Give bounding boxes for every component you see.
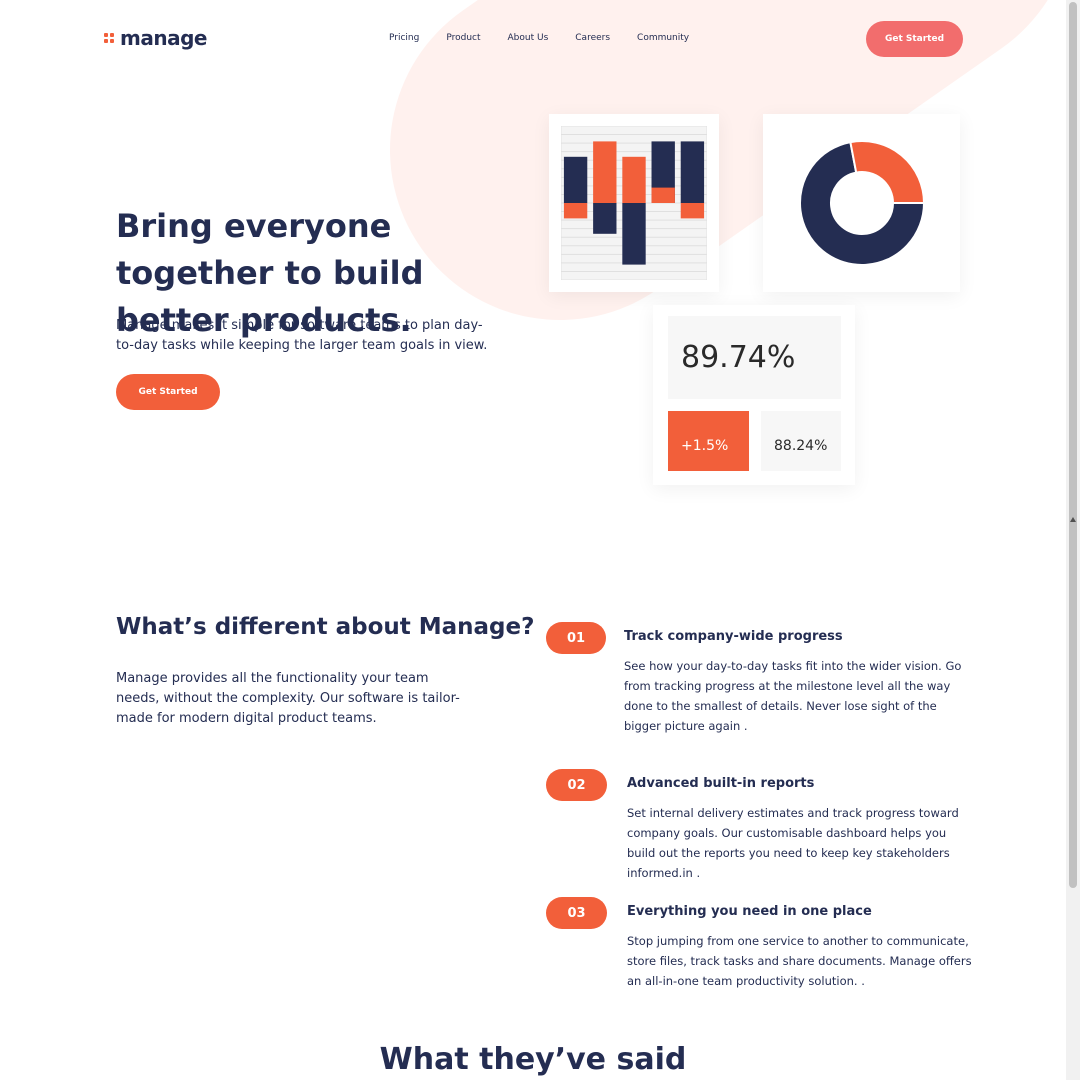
section-title: What’s different about Manage?	[116, 614, 535, 640]
bar-chart-card	[549, 114, 719, 292]
feature-title: Track company-wide progress	[624, 629, 843, 644]
header-get-started-button[interactable]: Get Started	[866, 21, 963, 57]
nav-link-about-us[interactable]: About Us	[508, 33, 549, 43]
main-nav: Pricing Product About Us Careers Communi…	[389, 33, 716, 43]
feature-description: Set internal delivery estimates and trac…	[627, 806, 959, 880]
donut-slice	[848, 140, 925, 204]
bar	[563, 203, 588, 219]
nav-link-community[interactable]: Community	[637, 33, 689, 43]
stat-main-value: 89.74%	[668, 316, 841, 399]
bar	[622, 203, 646, 265]
stat-change-value: +1.5%	[668, 411, 749, 471]
hero-get-started-button[interactable]: Get Started	[116, 374, 220, 410]
scroll-up-arrow-icon[interactable]	[1070, 517, 1076, 522]
testimonials-title: What they’ve said	[379, 1042, 687, 1077]
feature-number-badge: 01	[546, 622, 606, 654]
nav-link-pricing[interactable]: Pricing	[389, 33, 419, 43]
bar	[563, 156, 588, 203]
feature-title: Everything you need in one place	[627, 904, 872, 919]
scrollbar-thumb[interactable]	[1069, 2, 1077, 888]
bar	[680, 141, 705, 203]
feature-description: Stop jumping from one service to another…	[627, 934, 972, 988]
feature-number-badge: 02	[546, 769, 607, 801]
nav-link-product[interactable]: Product	[446, 33, 480, 43]
page-scrollbar[interactable]	[1066, 0, 1080, 1080]
stat-secondary-value: 88.24%	[761, 411, 841, 471]
section-description: Manage provides all the functionality yo…	[116, 671, 460, 726]
nav-link-careers[interactable]: Careers	[575, 33, 610, 43]
donut-chart	[798, 140, 925, 266]
feature-title: Advanced built-in reports	[627, 776, 815, 791]
donut-chart-card	[763, 114, 960, 292]
feature-number-badge: 03	[546, 897, 607, 929]
hero-description: Manage makes it simple for software team…	[116, 318, 488, 353]
bar	[593, 141, 617, 203]
bar	[622, 156, 646, 203]
feature-description: See how your day-to-day tasks fit into t…	[624, 659, 962, 733]
stats-card: 89.74% +1.5% 88.24%	[653, 305, 855, 485]
logo-text: manage	[120, 26, 207, 50]
bar	[593, 203, 617, 234]
bar	[680, 203, 705, 219]
bar-chart	[560, 125, 708, 281]
bar	[651, 187, 675, 203]
four-dots-icon	[104, 33, 114, 43]
logo[interactable]: manage	[104, 26, 207, 50]
